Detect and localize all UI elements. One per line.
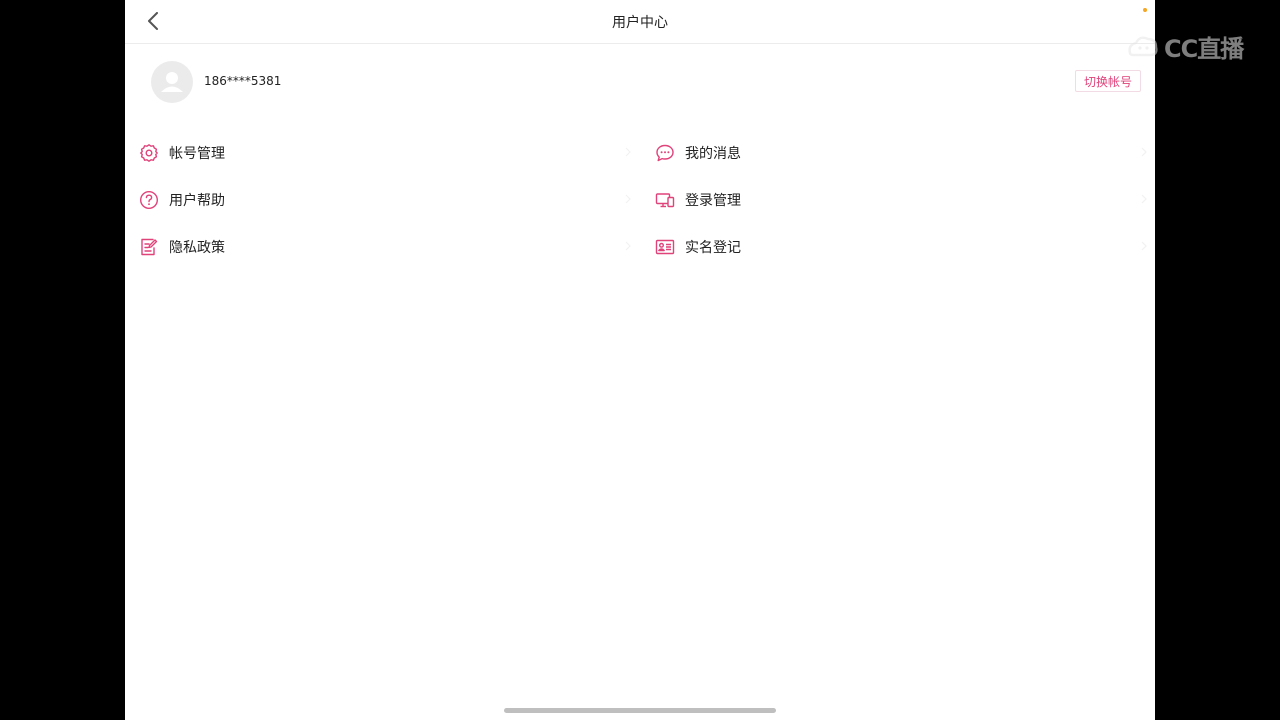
menu-item-label: 用户帮助 — [169, 193, 225, 209]
menu-item-real-name-registration[interactable]: 实名登记 — [655, 229, 1155, 265]
menu-item-label: 我的消息 — [685, 146, 741, 162]
avatar[interactable] — [151, 61, 193, 103]
menu-item-label: 隐私政策 — [169, 240, 225, 256]
switch-account-button[interactable]: 切换帐号 — [1075, 70, 1141, 92]
chevron-right-icon — [625, 194, 631, 204]
menu-item-label: 实名登记 — [685, 240, 741, 256]
chevron-right-icon — [625, 147, 631, 157]
cc-live-logo-icon — [1128, 36, 1158, 57]
cc-live-watermark: CC直播 — [1126, 28, 1256, 64]
chat-bubble-icon — [655, 143, 675, 163]
watermark-text: CC直播 — [1164, 34, 1244, 63]
profile-section: 186****5381 切换帐号 — [125, 44, 1155, 120]
gear-icon — [139, 143, 159, 163]
menu-item-user-help[interactable]: 用户帮助 — [139, 182, 639, 218]
menu-item-login-management[interactable]: 登录管理 — [655, 182, 1155, 218]
app-screen: 用户中心 186****5381 切换帐号 帐号管理 用户帮助 隐私政策 我的消… — [125, 0, 1155, 720]
devices-icon — [655, 190, 675, 210]
menu-item-account-management[interactable]: 帐号管理 — [139, 135, 639, 171]
chevron-right-icon — [1141, 147, 1147, 157]
chevron-right-icon — [1141, 194, 1147, 204]
edit-document-icon — [139, 237, 159, 257]
menu-item-label: 帐号管理 — [169, 146, 225, 162]
question-circle-icon — [139, 190, 159, 210]
menu-item-privacy-policy[interactable]: 隐私政策 — [139, 229, 639, 265]
menu-item-label: 登录管理 — [685, 193, 741, 209]
status-indicator-dot — [1143, 8, 1147, 12]
menu-item-my-messages[interactable]: 我的消息 — [655, 135, 1155, 171]
username: 186****5381 — [204, 74, 282, 88]
id-card-icon — [655, 237, 675, 257]
page-title: 用户中心 — [612, 15, 668, 31]
chevron-right-icon — [1141, 241, 1147, 251]
home-indicator[interactable] — [504, 708, 776, 713]
default-user-icon — [161, 72, 183, 92]
navigation-bar: 用户中心 — [125, 0, 1155, 44]
chevron-right-icon — [625, 241, 631, 251]
